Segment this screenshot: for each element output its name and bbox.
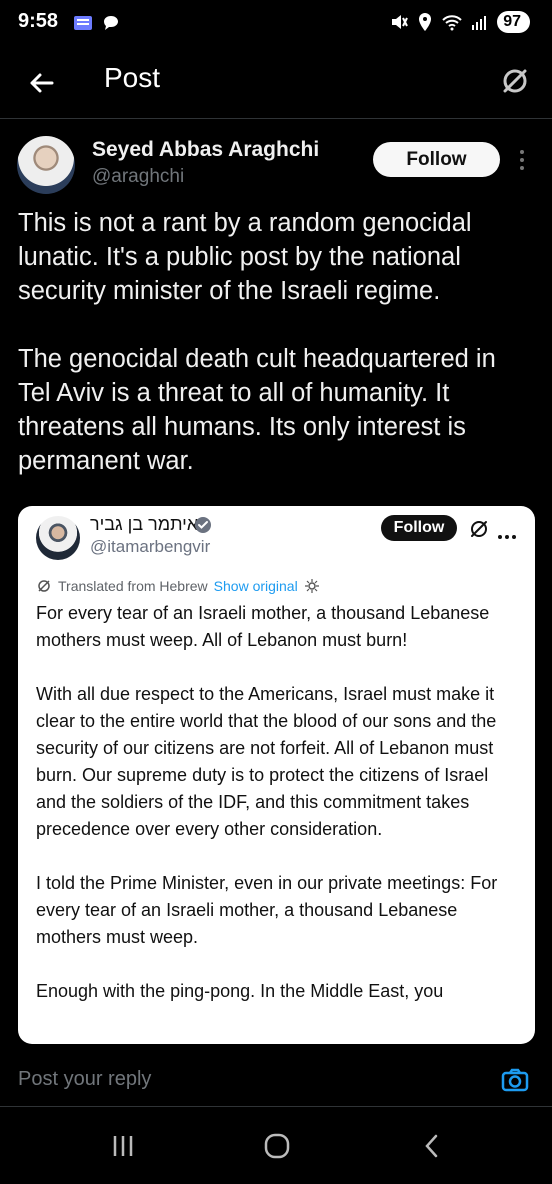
status-bar: 9:58 97 [0,0,552,50]
back-nav-button[interactable] [420,1133,444,1164]
signal-icon [472,16,487,30]
follow-button[interactable]: Follow [373,142,500,177]
more-options-button[interactable] [516,148,528,172]
back-chevron-icon [425,1134,438,1158]
recent-apps-button[interactable] [110,1133,136,1164]
status-time: 9:58 [18,10,59,32]
camera-icon [501,1068,529,1092]
post-text: This is not a rant by a random genocidal… [18,209,496,475]
settings-icon[interactable] [304,578,320,594]
notification-icon [74,16,92,30]
embedded-post-text: For every tear of an Israeli mother, a t… [36,603,498,1001]
wifi-icon [442,15,462,31]
embedded-author-handle[interactable]: @itamarbengvir [90,537,210,557]
back-button[interactable] [24,65,60,101]
translation-note: Translated from Hebrew Show original [36,578,320,594]
battery-indicator: 97 [497,11,530,33]
embedded-author-avatar[interactable] [36,516,80,560]
top-bar: Post [0,50,552,118]
reply-input[interactable]: Post your reply [18,1068,151,1091]
status-right: 97 [389,11,530,33]
author-name[interactable]: Seyed Abbas Araghchi [92,138,319,162]
author-avatar[interactable] [17,136,75,194]
embedded-more-button[interactable] [498,527,516,545]
show-original-link[interactable]: Show original [214,578,298,594]
back-arrow-icon [30,73,54,93]
system-nav-bar [0,1107,552,1184]
chat-icon [104,16,119,30]
page-title: Post [104,62,161,93]
location-icon [419,13,432,31]
translation-label: Translated from Hebrew [58,578,208,594]
embedded-grok-button[interactable] [468,518,490,545]
grok-button[interactable] [498,64,532,98]
embedded-author-name[interactable]: איתמר בן גביר [90,514,198,535]
camera-button[interactable] [500,1066,530,1099]
home-button[interactable] [264,1133,290,1164]
embedded-follow-button[interactable]: Follow [381,515,457,541]
translate-icon [38,580,50,592]
embedded-post[interactable]: איתמר בן גביר @itamarbengvir Follow Tran… [18,506,535,1044]
header-divider [0,118,552,119]
grok-icon [503,69,527,93]
author-handle[interactable]: @araghchi [92,166,184,188]
home-icon [264,1133,290,1159]
mute-icon [392,15,409,29]
more-horizontal-icon [498,535,516,539]
grok-icon [471,521,487,537]
status-left-icons [72,14,124,32]
recent-apps-icon [113,1136,133,1156]
more-vertical-icon [520,150,524,170]
reply-bar: Post your reply [0,1044,552,1107]
verified-badge-icon [194,516,212,539]
